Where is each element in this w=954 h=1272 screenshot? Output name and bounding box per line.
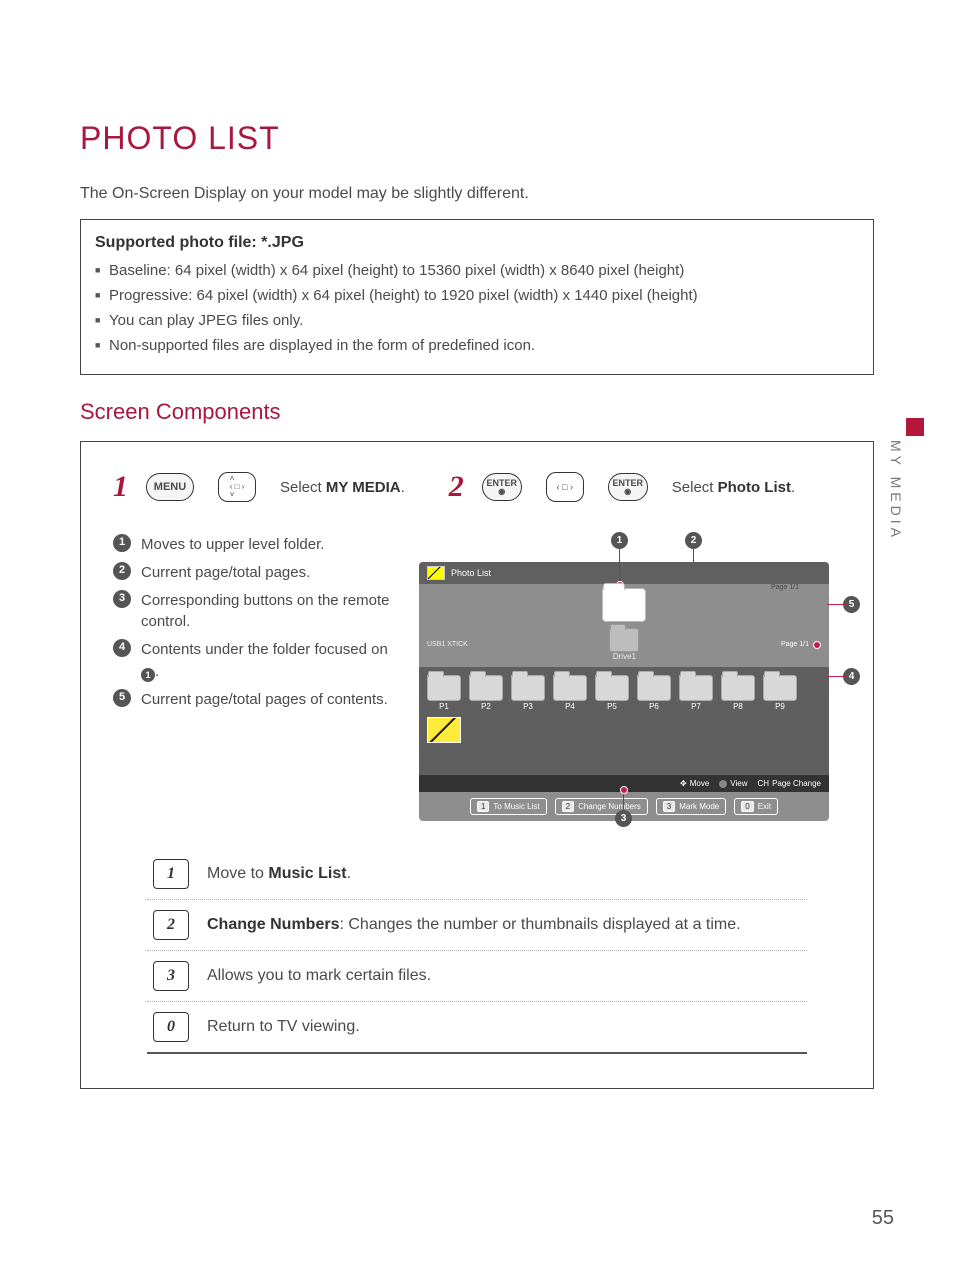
page-indicator-top: Page 1/1 — [771, 584, 799, 591]
page-number: 55 — [872, 1207, 894, 1230]
table-row: 2 Change Numbers: Changes the number or … — [147, 899, 807, 950]
callout-5: 5 — [843, 596, 860, 613]
info-title: Supported photo file: *.JPG — [95, 234, 859, 252]
enter-button[interactable]: ENTER◉ — [608, 473, 648, 501]
cmd-mark-mode[interactable]: 3Mark Mode — [656, 798, 726, 815]
enter-button[interactable]: ENTER◉ — [482, 473, 522, 501]
thumbnail-strip: P1 P2 P3 P4 P5 P6 P7 P8 P9 — [419, 667, 829, 775]
step2-text: Select Photo List. — [672, 479, 795, 496]
page-indicator-right: Page 1/1 — [781, 641, 809, 648]
legend-item: 5Current page/total pages of contents. — [113, 689, 403, 711]
menu-button[interactable]: MENU — [146, 473, 194, 501]
subtitle: Screen Components — [80, 399, 874, 425]
thumb-item[interactable]: P7 — [679, 675, 713, 711]
step-number: 2 — [449, 470, 464, 504]
drive-folder-icon[interactable] — [609, 628, 639, 652]
remote-key-3[interactable]: 3 — [153, 961, 189, 991]
steps-row: 1 MENU ˄‹ □ ›˅ Select MY MEDIA. 2 ENTER◉… — [113, 470, 841, 504]
thumb-item[interactable]: P6 — [637, 675, 671, 711]
info-item: Baseline: 64 pixel (width) x 64 pixel (h… — [95, 262, 859, 279]
thumb-item[interactable]: P5 — [595, 675, 629, 711]
components-box: 1 MENU ˄‹ □ ›˅ Select MY MEDIA. 2 ENTER◉… — [80, 441, 874, 1089]
callout-4: 4 — [843, 668, 860, 685]
remote-key-1[interactable]: 1 — [153, 859, 189, 889]
step1-text: Select MY MEDIA. — [280, 479, 405, 496]
bottom-table: 1 Move to Music List. 2 Change Numbers: … — [147, 849, 807, 1054]
drive-label: Drive1 — [613, 652, 636, 661]
info-item: You can play JPEG files only. — [95, 312, 859, 329]
cmd-change-numbers[interactable]: 2Change Numbers — [555, 798, 648, 815]
info-item: Non-supported files are displayed in the… — [95, 337, 859, 354]
legend-list: 1Moves to upper level folder. 2Current p… — [113, 534, 403, 821]
table-row: 3 Allows you to mark certain files. — [147, 950, 807, 1001]
step-number: 1 — [113, 470, 128, 504]
table-row: 1 Move to Music List. — [147, 849, 807, 899]
callout-2: 2 — [685, 532, 702, 549]
legend-item: 1Moves to upper level folder. — [113, 534, 403, 556]
table-row: 0 Return to TV viewing. — [147, 1001, 807, 1054]
thumb-item[interactable]: P8 — [721, 675, 755, 711]
thumb-item[interactable]: P3 — [511, 675, 545, 711]
usb-label: USB1 XTICK — [427, 641, 468, 648]
cmd-exit[interactable]: 0Exit — [734, 798, 778, 815]
nav-button[interactable]: ˄‹ □ ›˅ — [218, 472, 256, 502]
remote-key-0[interactable]: 0 — [153, 1012, 189, 1042]
thumb-item[interactable]: P1 — [427, 675, 461, 711]
legend-item: 3Corresponding buttons on the remote con… — [113, 590, 403, 634]
legend-item: 2Current page/total pages. — [113, 562, 403, 584]
osd-header: Photo List — [419, 562, 829, 584]
callout-3: 3 — [615, 810, 632, 827]
callout-1: 1 — [611, 532, 628, 549]
thumb-item[interactable]: P4 — [553, 675, 587, 711]
page-title: PHOTO LIST — [80, 120, 874, 157]
photo-preview[interactable] — [427, 717, 461, 743]
info-box: Supported photo file: *.JPG Baseline: 64… — [80, 219, 874, 375]
thumb-item[interactable]: P9 — [763, 675, 797, 711]
photo-icon — [427, 566, 445, 580]
legend-item: 4Contents under the folder focused on 1. — [113, 639, 403, 683]
info-item: Progressive: 64 pixel (width) x 64 pixel… — [95, 287, 859, 304]
nav-button[interactable]: ‹ □ › — [546, 472, 584, 502]
thumb-item[interactable]: P2 — [469, 675, 503, 711]
remote-key-2[interactable]: 2 — [153, 910, 189, 940]
intro-text: The On-Screen Display on your model may … — [80, 185, 874, 203]
up-folder-icon[interactable] — [602, 588, 646, 622]
osd-title: Photo List — [451, 568, 491, 578]
cmd-music-list[interactable]: 1To Music List — [470, 798, 547, 815]
page-dot-icon — [813, 641, 821, 649]
osd-screen: Photo List Page 1/1 USB1 XTICK Drive1 — [419, 562, 829, 821]
